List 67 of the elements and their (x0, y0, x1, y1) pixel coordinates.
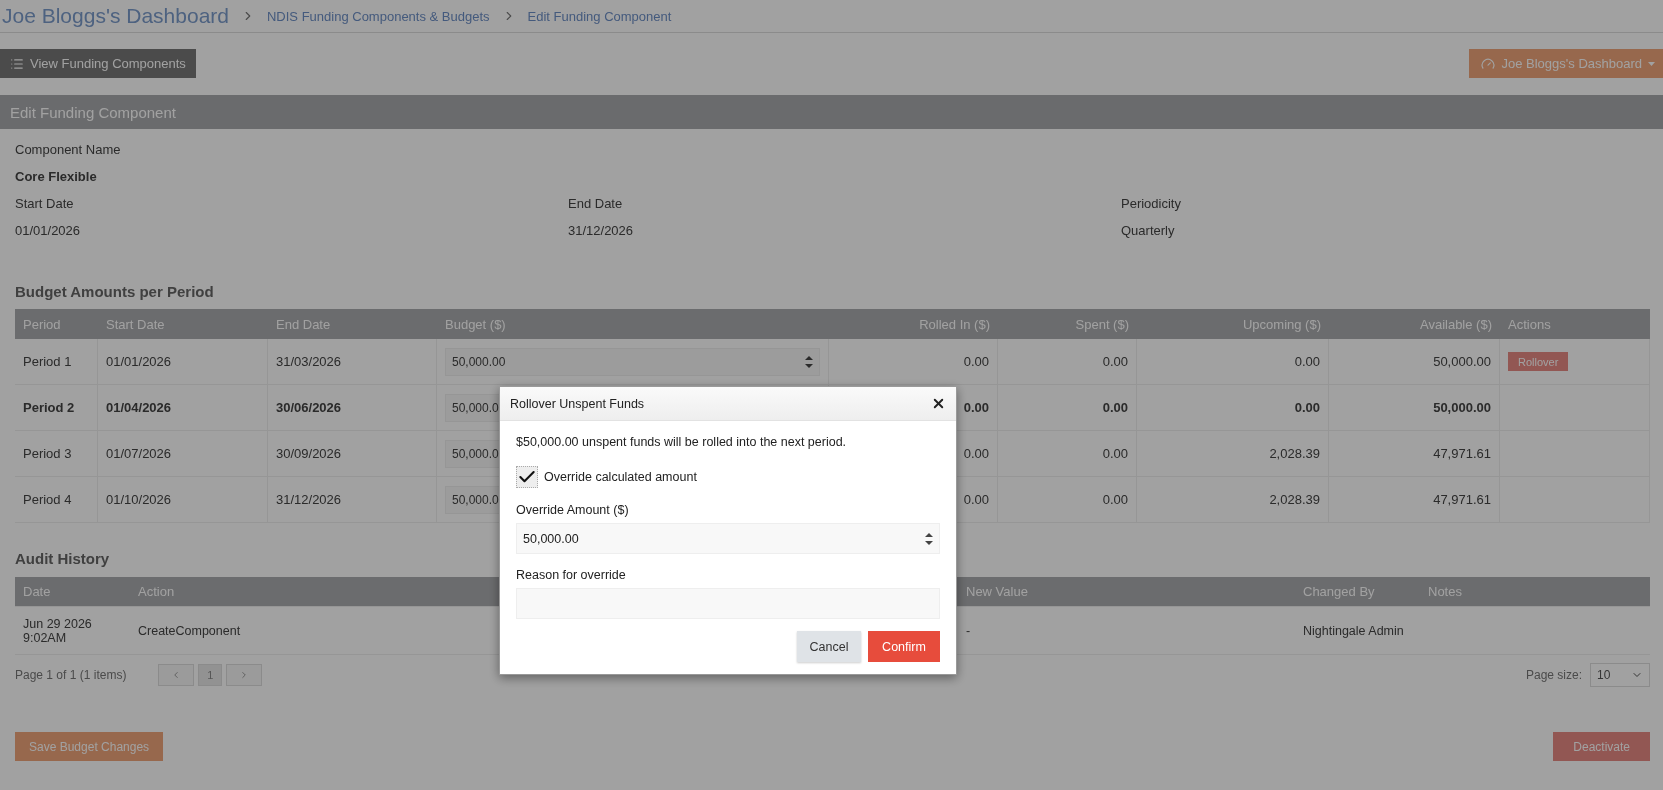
save-budget-changes-button[interactable]: Save Budget Changes (15, 732, 164, 761)
close-button[interactable] (931, 396, 946, 411)
field-label: Periodicity (1121, 195, 1182, 213)
field-label: End Date (568, 195, 624, 213)
table-cell: Period 3 (15, 431, 98, 476)
table-cell: 01/07/2026 (98, 431, 268, 476)
table-cell: CreateComponent (138, 623, 241, 638)
table-cell: - (966, 623, 971, 638)
close-icon (931, 396, 946, 411)
dashboard-menu-button[interactable]: Joe Bloggs's Dashboard (1469, 49, 1663, 78)
table-cell: 47,971.61 (1329, 431, 1500, 476)
page-button[interactable]: 1 (198, 664, 223, 686)
section-title: Budget Amounts per Period (15, 282, 215, 302)
pager-summary: Page 1 of 1 (1 items) (15, 668, 127, 682)
page-size-label: Page size: (1525, 668, 1582, 682)
spinner-icon[interactable] (925, 530, 933, 547)
checkbox-label: Override calculated amount (544, 470, 697, 484)
table-cell: 01/10/2026 (98, 477, 268, 522)
dialog-title: Rollover Unspent Funds (510, 396, 645, 411)
table-cell: 30/06/2026 (268, 385, 437, 430)
table-cell: 31/12/2026 (268, 477, 437, 522)
field-label: Reason for override (516, 567, 627, 584)
dashboard-title[interactable]: Joe Bloggs's Dashboard (2, 4, 229, 28)
confirm-button[interactable]: Confirm (868, 631, 940, 662)
table-cell: Nightingale Admin (1303, 623, 1404, 638)
table-cell: 30/09/2026 (268, 431, 437, 476)
view-funding-components-button[interactable]: View Funding Components (0, 49, 196, 78)
field-value: 31/12/2026 (568, 222, 635, 240)
table-cell: 47,971.61 (1329, 477, 1500, 522)
spinner-icon[interactable] (805, 353, 813, 370)
table-cell: 0.00 (1137, 339, 1329, 384)
table-cell: 0.00 (998, 385, 1137, 430)
deactivate-button[interactable]: Deactivate (1553, 732, 1650, 761)
table-cell: 2,028.39 (1137, 431, 1329, 476)
table-cell-text: Jun 29 2026 9:02AM (23, 616, 93, 645)
override-amount-field[interactable]: 50,000.00 (516, 523, 940, 554)
breadcrumb-link[interactable]: NDIS Funding Components & Budgets (267, 8, 490, 24)
field-label: Start Date (15, 195, 75, 213)
table-cell: 0.00 (829, 339, 998, 384)
field-value: 01/01/2026 (15, 222, 82, 240)
table-cell: Period 4 (15, 477, 98, 522)
table-cell: 01/01/2026 (98, 339, 268, 384)
field-value: Core Flexible (15, 168, 98, 186)
table-cell: Period 2 (15, 385, 98, 430)
table-cell: 2,028.39 (1137, 477, 1329, 522)
table-cell: 50,000.00 (1329, 385, 1500, 430)
gauge-icon (1481, 56, 1496, 71)
budget-field[interactable]: 50,000.00 (445, 347, 820, 376)
breadcrumb-link[interactable]: Edit Funding Component (527, 8, 672, 24)
cancel-button[interactable]: Cancel (797, 631, 861, 662)
table-cell: 50,000.00 (1329, 339, 1500, 384)
table-cell: 0.00 (998, 431, 1137, 476)
table-cell: 0.00 (1137, 385, 1329, 430)
caret-icon (1648, 61, 1655, 66)
table-cell: 0.00 (998, 477, 1137, 522)
section-title: Audit History (15, 549, 111, 569)
field-value: Quarterly (1121, 222, 1176, 240)
override-checkbox[interactable] (516, 466, 538, 488)
table-cell: 0.00 (998, 339, 1137, 384)
page-size-select[interactable]: 10 (1590, 663, 1650, 687)
rollover-button[interactable]: Rollover (1508, 352, 1569, 371)
table-cell: 01/04/2026 (98, 385, 268, 430)
table-cell: Period 1 (15, 339, 98, 384)
field-label: Component Name (15, 141, 122, 159)
list-icon (10, 56, 24, 71)
field-label: Override Amount ($) (516, 502, 630, 519)
table-cell: 31/03/2026 (268, 339, 437, 384)
